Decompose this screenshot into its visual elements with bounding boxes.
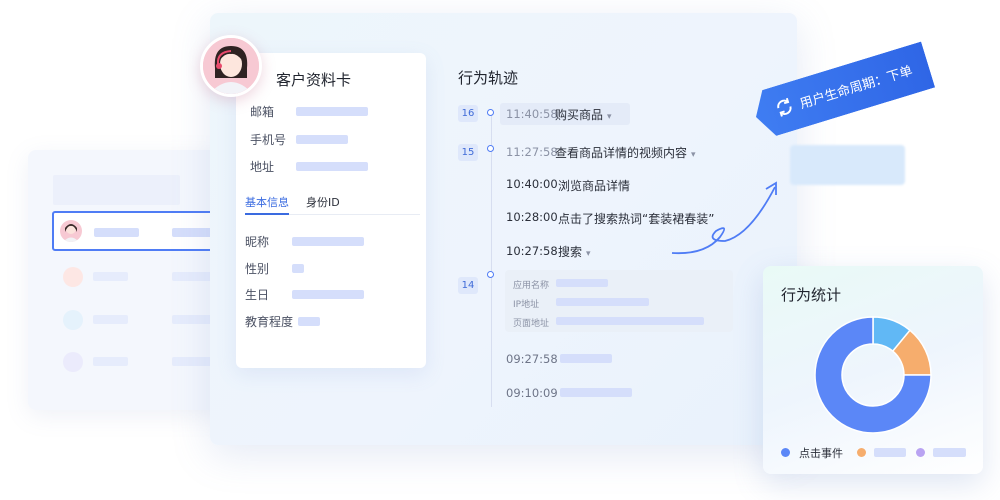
list-avatar <box>63 352 83 372</box>
event-time: 10:28:00 <box>506 210 558 224</box>
field-label-phone: 手机号 <box>250 133 287 147</box>
list-placeholder <box>172 357 212 366</box>
detail-label-page: 页面地址 <box>513 319 550 329</box>
field-label-address: 地址 <box>250 160 275 174</box>
list-placeholder <box>93 315 128 324</box>
event-text: 浏览商品详情 <box>558 179 631 193</box>
education-value-placeholder <box>298 317 320 326</box>
list-placeholder <box>172 228 212 237</box>
timeline-badge: 15 <box>458 144 478 161</box>
avatar <box>200 35 262 97</box>
field-label-nickname: 昵称 <box>245 235 270 249</box>
birthday-value-placeholder <box>292 290 364 299</box>
event-time: 10:27:58 <box>506 244 558 258</box>
event-time: 09:27:58 <box>506 352 558 366</box>
chevron-down-icon: ▾ <box>586 249 591 259</box>
detail-label-ip: IP地址 <box>513 300 540 310</box>
timeline-node <box>487 145 494 152</box>
list-item-selected[interactable] <box>52 211 220 251</box>
profile-card-title: 客户资料卡 <box>276 71 352 89</box>
detail-placeholder <box>556 279 608 287</box>
event-search[interactable]: 搜索 ▾ <box>558 243 591 260</box>
event-time: 09:10:09 <box>506 386 558 400</box>
legend-placeholder <box>933 448 966 457</box>
customer-profile-card: 客户资料卡 邮箱 手机号 地址 基本信息 身份ID 昵称 性别 生日 教育程度 <box>236 53 426 368</box>
chevron-down-icon: ▾ <box>607 112 612 122</box>
email-value-placeholder <box>296 107 368 116</box>
nickname-value-placeholder <box>292 237 364 246</box>
timeline-badge: 14 <box>458 277 478 294</box>
chevron-down-icon: ▾ <box>691 150 696 160</box>
avatar <box>60 220 82 242</box>
timeline-node <box>487 271 494 278</box>
timeline-node <box>487 109 494 116</box>
tab-basic-info[interactable]: 基本信息 <box>245 194 289 210</box>
donut-chart <box>814 316 932 434</box>
gender-value-placeholder <box>292 264 304 273</box>
detail-label-app: 应用名称 <box>513 281 550 291</box>
address-value-placeholder <box>296 162 368 171</box>
list-avatar <box>63 267 83 287</box>
behavior-stats-card: 行为统计 点击事件 <box>763 266 983 474</box>
legend-dot <box>857 448 866 457</box>
lifecycle-label: 用户生命周期：下单 <box>798 63 915 113</box>
list-placeholder <box>94 228 139 237</box>
field-label-gender: 性别 <box>245 262 270 276</box>
arrow-icon <box>671 181 777 255</box>
detail-placeholder <box>556 317 704 325</box>
list-placeholder <box>172 315 212 324</box>
tab-active-indicator <box>245 213 289 215</box>
stats-title: 行为统计 <box>781 286 842 304</box>
event-time: 11:40:58 <box>506 107 558 121</box>
list-header-placeholder <box>53 175 180 205</box>
event-purchase[interactable]: 购买商品 ▾ <box>555 106 612 123</box>
event-time: 11:27:58 <box>506 145 558 159</box>
detail-placeholder <box>556 298 649 306</box>
legend-placeholder <box>874 448 906 457</box>
field-label-email: 邮箱 <box>250 105 275 119</box>
legend-dot <box>781 448 790 457</box>
tag-shadow <box>790 145 905 185</box>
field-label-education: 教育程度 <box>245 315 294 329</box>
field-label-birthday: 生日 <box>245 288 270 302</box>
timeline-line <box>491 115 492 407</box>
phone-value-placeholder <box>296 135 348 144</box>
refresh-icon <box>772 95 797 120</box>
list-avatar <box>63 310 83 330</box>
list-placeholder <box>172 272 212 281</box>
event-placeholder <box>560 388 632 397</box>
legend-dot <box>916 448 925 457</box>
event-view-video[interactable]: 查看商品详情的视频内容 ▾ <box>555 144 696 161</box>
event-placeholder <box>560 354 612 363</box>
event-time: 10:40:00 <box>506 177 558 191</box>
list-placeholder <box>93 272 128 281</box>
tab-identity-id[interactable]: 身份ID <box>306 194 340 210</box>
customer-list-panel <box>28 150 223 410</box>
timeline-title: 行为轨迹 <box>458 69 519 87</box>
legend-label-click: 点击事件 <box>799 447 843 460</box>
timeline-badge: 16 <box>458 105 478 122</box>
list-placeholder <box>93 357 128 366</box>
